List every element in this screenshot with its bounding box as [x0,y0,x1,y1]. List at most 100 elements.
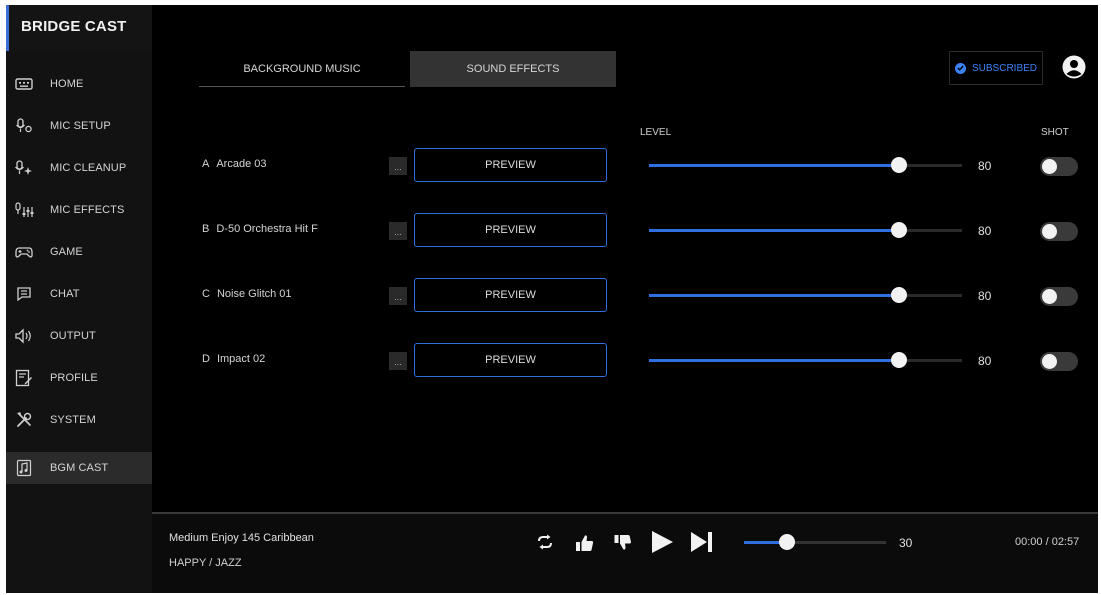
sound-effect-row: A Arcade 03 ... PREVIEW 80 [152,148,1098,184]
title-bar: BRIDGE CAST [6,5,152,51]
sound-effect-row: C Noise Glitch 01 ... PREVIEW 80 [152,278,1098,314]
gamepad-icon [14,243,34,261]
tab-sound-effects[interactable]: SOUND EFFECTS [410,51,616,87]
effect-name: A Arcade 03 [202,158,267,170]
sidebar-item-mic-effects[interactable]: MIC EFFECTS [6,194,152,226]
more-options-button[interactable]: ... [389,352,407,370]
effect-slot: D [202,353,210,365]
sidebar-item-bgm-cast[interactable]: BGM CAST [6,452,152,484]
main-panel: BACKGROUND MUSIC SOUND EFFECTS SUBSCRIBE… [152,5,1098,512]
sidebar-item-label: CHAT [50,288,80,300]
level-column-header: LEVEL [640,127,672,138]
level-value: 80 [978,224,992,238]
level-slider[interactable] [649,157,962,173]
level-value: 80 [978,289,992,303]
level-slider[interactable] [649,287,962,303]
sound-effect-row: B D-50 Orchestra Hit F ... PREVIEW 80 [152,213,1098,249]
sidebar-item-system[interactable]: SYSTEM [6,404,152,436]
more-options-button[interactable]: ... [389,222,407,240]
toggle-knob [1042,159,1057,174]
effect-title: Arcade 03 [216,158,267,170]
preview-button[interactable]: PREVIEW [414,278,607,312]
sidebar-item-output[interactable]: OUTPUT [6,320,152,352]
sidebar-item-label: BGM CAST [50,462,109,474]
play-icon[interactable] [649,529,675,555]
effect-slot: C [202,288,210,300]
sidebar-item-home[interactable]: HOME [6,68,152,100]
sidebar-item-label: SYSTEM [50,414,96,426]
sidebar-item-label: OUTPUT [50,330,96,342]
thumbs-up-icon[interactable] [574,532,596,554]
effect-title: D-50 Orchestra Hit F [216,223,318,235]
subscribed-button[interactable]: SUBSCRIBED [949,51,1043,85]
effect-name: D Impact 02 [202,353,265,365]
slider-knob[interactable] [778,534,795,550]
track-title: Medium Enjoy 145 Caribbean [169,532,314,544]
mic-effects-icon [14,201,34,219]
shot-column-header: SHOT [1041,127,1069,138]
volume-slider[interactable] [744,534,886,550]
toggle-knob [1042,289,1057,304]
shot-toggle[interactable] [1040,352,1078,371]
profile-edit-icon [14,369,34,387]
preview-button[interactable]: PREVIEW [414,343,607,377]
effect-title: Noise Glitch 01 [216,288,292,300]
player-bar: Medium Enjoy 145 Caribbean HAPPY / JAZZ … [152,512,1098,593]
shot-toggle[interactable] [1040,157,1078,176]
speaker-icon [14,327,34,345]
toggle-knob [1042,354,1057,369]
shot-toggle[interactable] [1040,287,1078,306]
app-window: BRIDGE CAST HOME MIC SETUP MIC CLEANUP M… [6,5,1098,593]
slider-knob[interactable] [891,287,908,303]
more-options-button[interactable]: ... [389,287,407,305]
preview-button[interactable]: PREVIEW [414,148,607,182]
slider-knob[interactable] [891,352,908,368]
slider-fill [649,229,900,232]
track-genre: HAPPY / JAZZ [169,557,242,569]
sidebar-item-label: MIC SETUP [50,120,111,132]
sidebar-item-mic-cleanup[interactable]: MIC CLEANUP [6,152,152,184]
tools-icon [14,411,34,429]
sidebar-item-label: MIC CLEANUP [50,162,127,174]
playback-time: 00:00 / 02:57 [1015,536,1080,548]
subscribed-label: SUBSCRIBED [971,62,1037,74]
thumbs-down-icon[interactable] [613,532,633,554]
mic-sparkle-icon [14,159,34,177]
level-value: 80 [978,159,992,173]
sidebar-item-profile[interactable]: PROFILE [6,362,152,394]
effect-name: B D-50 Orchestra Hit F [202,223,318,235]
volume-value: 30 [899,536,913,550]
effect-slot: B [202,223,210,235]
app-title: BRIDGE CAST [21,18,127,35]
sidebar-item-chat[interactable]: CHAT [6,278,152,310]
account-icon[interactable] [1062,55,1086,79]
sidebar-item-label: HOME [50,78,84,90]
shot-toggle[interactable] [1040,222,1078,241]
repeat-icon[interactable] [535,532,555,552]
sound-effect-row: D Impact 02 ... PREVIEW 80 [152,343,1098,379]
effect-slot: A [202,158,210,170]
slider-fill [649,294,900,297]
slider-knob[interactable] [891,157,908,173]
level-slider[interactable] [649,352,962,368]
skip-next-icon[interactable] [689,530,715,554]
sidebar: HOME MIC SETUP MIC CLEANUP MIC EFFECTS G… [6,51,152,593]
toggle-knob [1042,224,1057,239]
more-options-button[interactable]: ... [389,157,407,175]
tab-background-music[interactable]: BACKGROUND MUSIC [199,51,405,87]
level-slider[interactable] [649,222,962,238]
sidebar-item-game[interactable]: GAME [6,236,152,268]
preview-button[interactable]: PREVIEW [414,213,607,247]
sidebar-item-label: PROFILE [50,372,98,384]
chat-icon [14,285,34,303]
keyboard-icon [14,75,34,93]
slider-fill [649,359,900,362]
slider-knob[interactable] [891,222,908,238]
check-circle-icon [954,62,966,74]
effect-name: C Noise Glitch 01 [202,288,292,300]
slider-fill [649,164,900,167]
mic-settings-icon [14,117,34,135]
sidebar-item-label: GAME [50,246,83,258]
sidebar-item-mic-setup[interactable]: MIC SETUP [6,110,152,142]
effect-title: Impact 02 [216,353,266,365]
